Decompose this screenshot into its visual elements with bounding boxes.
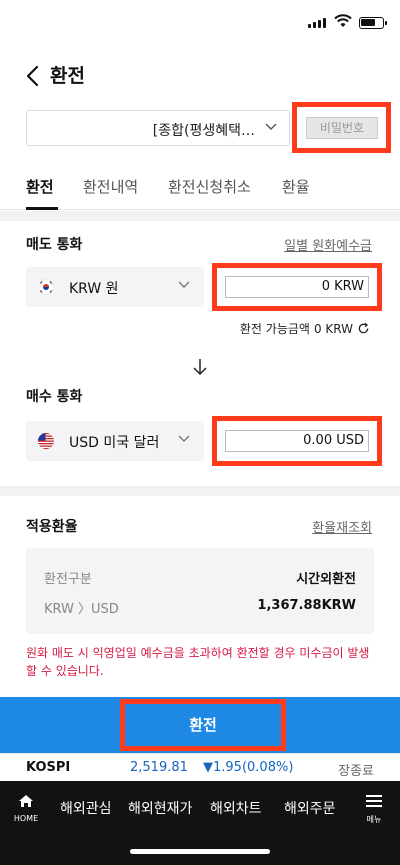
back-chevron-icon[interactable]: [22, 64, 46, 88]
buy-amount-highlight: 0.00 USD: [212, 416, 382, 466]
ticker-value: 2,519.81: [130, 760, 188, 775]
tab-bar: 환전 환전내역 환전신청취소 환율: [0, 170, 400, 210]
page-title: 환전: [50, 65, 85, 87]
nav-order[interactable]: 해외주문: [284, 798, 336, 818]
tab-rate[interactable]: 환율: [282, 176, 310, 197]
sell-currency-title: 매도 통화: [26, 237, 83, 253]
buy-currency-select[interactable]: USD 미국 달러: [26, 421, 204, 461]
available-amount-value: 0 KRW: [313, 321, 353, 336]
submit-highlight: 환전: [120, 699, 286, 751]
rate-row-key: 환전구분: [44, 572, 92, 587]
available-amount-label: 환전 가능금액: [239, 322, 310, 336]
password-input[interactable]: 비밀번호: [306, 117, 378, 139]
nav-chart[interactable]: 해외차트: [210, 798, 262, 818]
status-bar: [0, 0, 400, 44]
rate-card: 환전구분 시간외환전 KRW 〉USD 1,367.88KRW: [26, 548, 374, 634]
market-ticker[interactable]: KOSPI 2,519.81 ▼1.95(0.08%) 장종료: [0, 753, 400, 781]
wifi-icon: [334, 14, 352, 27]
arrow-down-icon: [193, 359, 207, 376]
signal-icon: [308, 18, 326, 28]
sell-amount-highlight: 0 KRW: [212, 263, 382, 311]
sell-amount-input[interactable]: 0 KRW: [225, 276, 369, 298]
usa-flag-icon: [38, 433, 54, 449]
buy-currency-label: USD 미국 달러: [69, 435, 160, 451]
buy-amount-input[interactable]: 0.00 USD: [225, 430, 369, 452]
exchange-submit-button[interactable]: 환전: [132, 709, 274, 741]
tab-history[interactable]: 환전내역: [83, 176, 138, 197]
tab-active-indicator: [26, 207, 58, 210]
nav-menu[interactable]: 메뉴: [362, 793, 386, 825]
tab-exchange[interactable]: 환전: [26, 176, 54, 197]
nav-home[interactable]: HOME: [10, 793, 42, 823]
account-select[interactable]: [종합(평생혜택…: [26, 110, 290, 146]
section-divider: [0, 486, 400, 496]
rate-row-value: 시간외환전: [296, 572, 356, 587]
ticker-index: KOSPI: [26, 760, 71, 775]
available-amount: 환전 가능금액 0 KRW: [240, 320, 370, 337]
chevron-down-icon: [178, 435, 190, 442]
rate-row: 환전구분 시간외환전: [44, 568, 356, 587]
rate-row-value: 1,367.88KRW: [257, 598, 356, 613]
nav-menu-label: 메뉴: [366, 815, 382, 824]
applied-rate-title: 적용환율: [26, 519, 78, 535]
home-indicator: [130, 849, 270, 854]
sell-currency-select[interactable]: KRW 원: [26, 267, 204, 307]
section-divider: [0, 211, 400, 221]
warning-text: 원화 매도 시 익영업일 예수금을 초과하여 환전할 경우 미수금이 발생할 수…: [26, 646, 370, 678]
home-icon: [19, 795, 33, 807]
nav-home-label: HOME: [13, 814, 39, 823]
daily-deposit-link[interactable]: 일별 원화예수금: [284, 235, 372, 254]
tab-cancel[interactable]: 환전신청취소: [168, 176, 251, 197]
rate-refresh-link[interactable]: 환율재조회: [312, 517, 372, 536]
account-value: [종합(평생혜택…: [152, 123, 255, 139]
hamburger-icon: [366, 795, 382, 807]
chevron-down-icon: [265, 123, 277, 130]
ticker-change: ▼1.95(0.08%): [203, 760, 294, 775]
ticker-status: 장종료: [338, 764, 374, 779]
chevron-down-icon: [178, 281, 190, 288]
battery-icon: [359, 17, 387, 29]
nav-quote[interactable]: 해외현재가: [128, 798, 192, 818]
password-highlight: 비밀번호: [292, 102, 391, 153]
nav-watchlist[interactable]: 해외관심: [60, 798, 112, 818]
buy-currency-title: 매수 통화: [26, 389, 83, 405]
sell-currency-label: KRW 원: [69, 281, 119, 297]
korea-flag-icon: [38, 279, 54, 295]
refresh-icon[interactable]: [357, 322, 370, 335]
rate-row-key: KRW 〉USD: [44, 602, 119, 617]
rate-row: KRW 〉USD 1,367.88KRW: [44, 598, 356, 617]
